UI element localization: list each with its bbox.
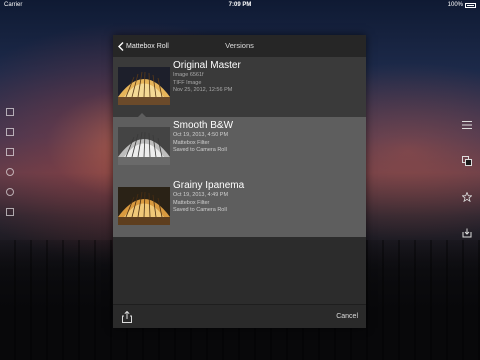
crop-tool-icon[interactable] bbox=[6, 128, 14, 136]
popover-nav-bar: Mattebox Roll Versions bbox=[113, 35, 366, 57]
version-row-grainy-ipanema[interactable]: Grainy Ipanema Oct 19, 2013, 4:49 PM Mat… bbox=[113, 177, 366, 237]
version-name: Smooth B&W bbox=[173, 120, 234, 131]
version-detail: Saved to Camera Roll bbox=[173, 207, 227, 213]
share-icon bbox=[122, 310, 132, 323]
vignette-tool-icon[interactable] bbox=[6, 188, 14, 196]
battery-percent: 100% bbox=[447, 2, 463, 8]
battery-status: 100% bbox=[448, 0, 476, 10]
status-bar: Carrier 7:09 PM 100% bbox=[0, 0, 480, 10]
version-row-original-master[interactable]: Original Master Image 6561f TIFF Image N… bbox=[113, 57, 366, 117]
version-name: Grainy Ipanema bbox=[173, 180, 245, 191]
version-info: Original Master Image 6561f TIFF Image N… bbox=[173, 60, 358, 95]
version-detail: TIFF Image bbox=[173, 79, 202, 86]
popover-toolbar: Cancel bbox=[113, 304, 366, 328]
save-icon[interactable] bbox=[462, 228, 472, 238]
selection-pointer bbox=[138, 113, 146, 117]
back-button-label: Mattebox Roll bbox=[126, 42, 169, 50]
chevron-left-icon bbox=[118, 41, 124, 51]
version-detail: Oct 19, 2013, 4:49 PM bbox=[173, 192, 229, 198]
star-icon[interactable] bbox=[462, 192, 472, 202]
lens-tool-icon[interactable] bbox=[6, 168, 14, 176]
battery-icon bbox=[465, 2, 476, 8]
versions-popover: Mattebox Roll Versions Original Master I… bbox=[113, 35, 366, 328]
right-tool-rail bbox=[462, 120, 474, 264]
adjust-tool-icon[interactable] bbox=[6, 148, 14, 156]
empty-list-area bbox=[113, 237, 366, 305]
version-detail: Nov 25, 2012, 12:56 PM bbox=[173, 87, 233, 93]
version-thumbnail bbox=[118, 127, 170, 165]
clock: 7:09 PM bbox=[228, 2, 252, 8]
version-detail: Mattebox Filter bbox=[173, 199, 210, 206]
version-detail: Saved to Camera Roll bbox=[173, 147, 227, 153]
filter-tool-icon[interactable] bbox=[6, 108, 14, 116]
back-button[interactable]: Mattebox Roll bbox=[118, 35, 169, 57]
share-button[interactable] bbox=[121, 310, 133, 323]
version-name: Original Master bbox=[173, 60, 241, 71]
version-thumbnail bbox=[118, 67, 170, 105]
version-detail: Oct 19, 2013, 4:50 PM bbox=[173, 132, 229, 138]
grid-tool-icon[interactable] bbox=[6, 208, 14, 216]
cancel-button[interactable]: Cancel bbox=[336, 305, 358, 328]
version-thumbnail bbox=[118, 187, 170, 225]
menu-icon[interactable] bbox=[462, 120, 472, 130]
version-detail: Mattebox Filter bbox=[173, 139, 210, 146]
left-tool-rail bbox=[6, 108, 18, 228]
version-row-smooth-bw[interactable]: Smooth B&W Oct 19, 2013, 4:50 PM Mattebo… bbox=[113, 113, 366, 177]
copy-icon[interactable] bbox=[462, 156, 472, 166]
version-info: Smooth B&W Oct 19, 2013, 4:50 PM Mattebo… bbox=[173, 120, 358, 155]
version-detail: Image 6561f bbox=[173, 72, 204, 78]
version-info: Grainy Ipanema Oct 19, 2013, 4:49 PM Mat… bbox=[173, 180, 358, 215]
